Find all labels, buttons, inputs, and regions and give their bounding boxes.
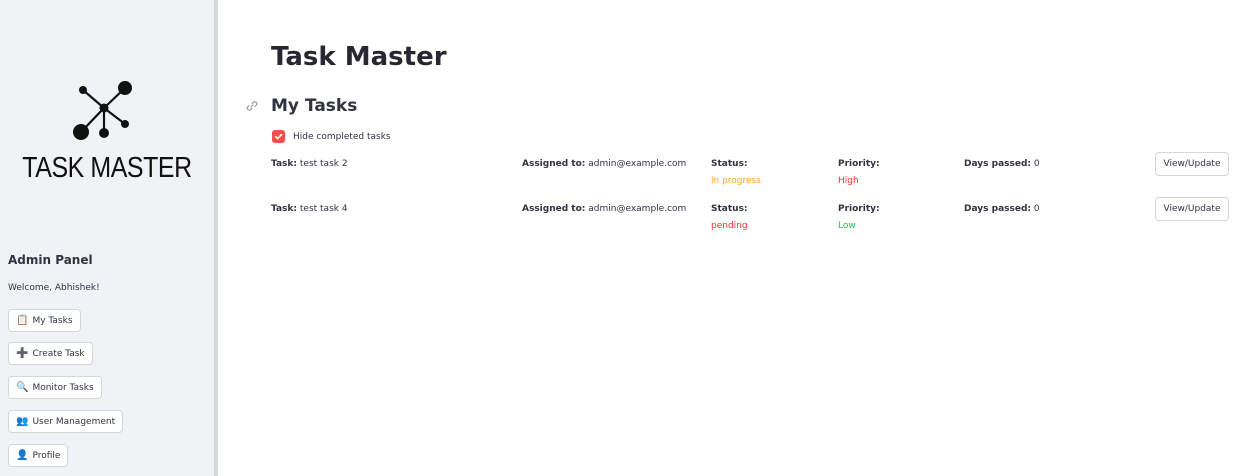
task-name: test task 2 bbox=[299, 159, 348, 169]
assigned-label: Assigned to: bbox=[522, 204, 586, 214]
create-task-button[interactable]: ➕ Create Task bbox=[8, 342, 93, 365]
task-label: Task: bbox=[271, 159, 297, 169]
view-update-button[interactable]: View/Update bbox=[1155, 152, 1229, 176]
task-row: Task: test task 2 Assigned to: admin@exa… bbox=[0, 152, 1242, 198]
status-label: Status: bbox=[711, 204, 748, 214]
days-label: Days passed: bbox=[964, 159, 1031, 169]
nav-label: My Tasks bbox=[32, 315, 73, 326]
status-value: in progress bbox=[711, 176, 761, 186]
nav-label: Monitor Tasks bbox=[32, 382, 94, 393]
days-value: 0 bbox=[1033, 204, 1040, 214]
nav-label: User Management bbox=[32, 416, 116, 427]
view-update-button[interactable]: View/Update bbox=[1155, 197, 1229, 221]
link-icon[interactable] bbox=[246, 100, 258, 112]
priority-value: Low bbox=[838, 221, 856, 231]
task-cell: Task: test task 2 bbox=[271, 158, 348, 170]
status-label: Status: bbox=[711, 159, 748, 169]
days-cell: Days passed: 0 bbox=[964, 158, 1040, 170]
task-name: test task 4 bbox=[299, 204, 348, 214]
my-tasks-button[interactable]: 📋 My Tasks bbox=[8, 309, 81, 332]
checkbox-checked-icon[interactable] bbox=[272, 130, 285, 143]
task-label: Task: bbox=[271, 204, 297, 214]
plus-icon: ➕ bbox=[16, 347, 29, 359]
task-row: Task: test task 4 Assigned to: admin@exa… bbox=[0, 197, 1242, 243]
user-icon: 👤 bbox=[16, 449, 29, 461]
status-cell: Status: pending bbox=[711, 203, 748, 232]
assigned-value: admin@example.com bbox=[588, 159, 687, 169]
priority-label: Priority: bbox=[838, 159, 880, 169]
hide-completed-checkbox[interactable]: Hide completed tasks bbox=[272, 130, 391, 143]
section-title: My Tasks bbox=[271, 96, 358, 116]
page-title: Task Master bbox=[271, 42, 447, 72]
users-icon: 👥 bbox=[16, 415, 29, 427]
user-management-button[interactable]: 👥 User Management bbox=[8, 410, 124, 433]
magnifier-icon: 🔍 bbox=[16, 381, 29, 393]
nav-label: Profile bbox=[32, 450, 61, 461]
assigned-value: admin@example.com bbox=[588, 204, 687, 214]
checkbox-label: Hide completed tasks bbox=[293, 131, 391, 142]
admin-panel-title: Admin Panel bbox=[8, 253, 93, 267]
task-cell: Task: test task 4 bbox=[271, 203, 348, 215]
profile-button[interactable]: 👤 Profile bbox=[8, 444, 69, 467]
network-nodes-icon bbox=[73, 81, 132, 140]
priority-cell: Priority: Low bbox=[838, 203, 880, 232]
priority-cell: Priority: High bbox=[838, 158, 880, 187]
status-cell: Status: in progress bbox=[711, 158, 761, 187]
assigned-cell: Assigned to: admin@example.com bbox=[522, 203, 686, 215]
days-value: 0 bbox=[1033, 159, 1040, 169]
days-cell: Days passed: 0 bbox=[964, 203, 1040, 215]
assigned-label: Assigned to: bbox=[522, 159, 586, 169]
welcome-text: Welcome, Abhishek! bbox=[8, 283, 100, 293]
priority-label: Priority: bbox=[838, 204, 880, 214]
clipboard-icon: 📋 bbox=[16, 314, 29, 326]
status-value: pending bbox=[711, 221, 748, 231]
days-label: Days passed: bbox=[964, 204, 1031, 214]
priority-value: High bbox=[838, 176, 859, 186]
monitor-tasks-button[interactable]: 🔍 Monitor Tasks bbox=[8, 376, 102, 399]
nav-label: Create Task bbox=[32, 348, 85, 359]
assigned-cell: Assigned to: admin@example.com bbox=[522, 158, 686, 170]
